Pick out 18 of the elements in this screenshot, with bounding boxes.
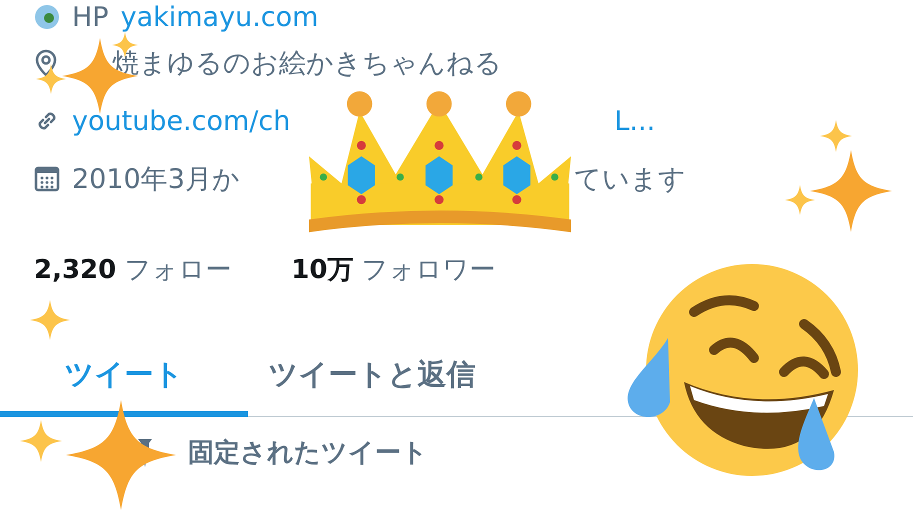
globe-icon [34,4,60,30]
profile-tab[interactable]: ツイート [0,339,248,417]
location-icon [34,49,58,77]
count-label[interactable]: フォロー [124,252,232,287]
calendar-icon [34,166,60,192]
pinned-label: 固定されたツイート [188,437,428,470]
profile-tab[interactable]: ツイートと返信 [248,339,496,417]
website-label: HP [72,2,109,32]
count-value[interactable]: 2,320 [34,255,116,285]
count-label[interactable]: フォロワー [361,252,496,287]
website-link[interactable]: yakimayu.com [120,2,318,32]
sparkle-sticker [30,300,70,340]
profile-link[interactable]: youtube.com/ch [72,106,290,136]
joined-date: 2010年3月か [72,163,240,197]
sparkle-sticker [20,420,62,462]
profile-link[interactable]: L... [614,106,656,136]
joined-date: ています [574,163,686,197]
count-value[interactable]: 10万 [291,252,354,287]
